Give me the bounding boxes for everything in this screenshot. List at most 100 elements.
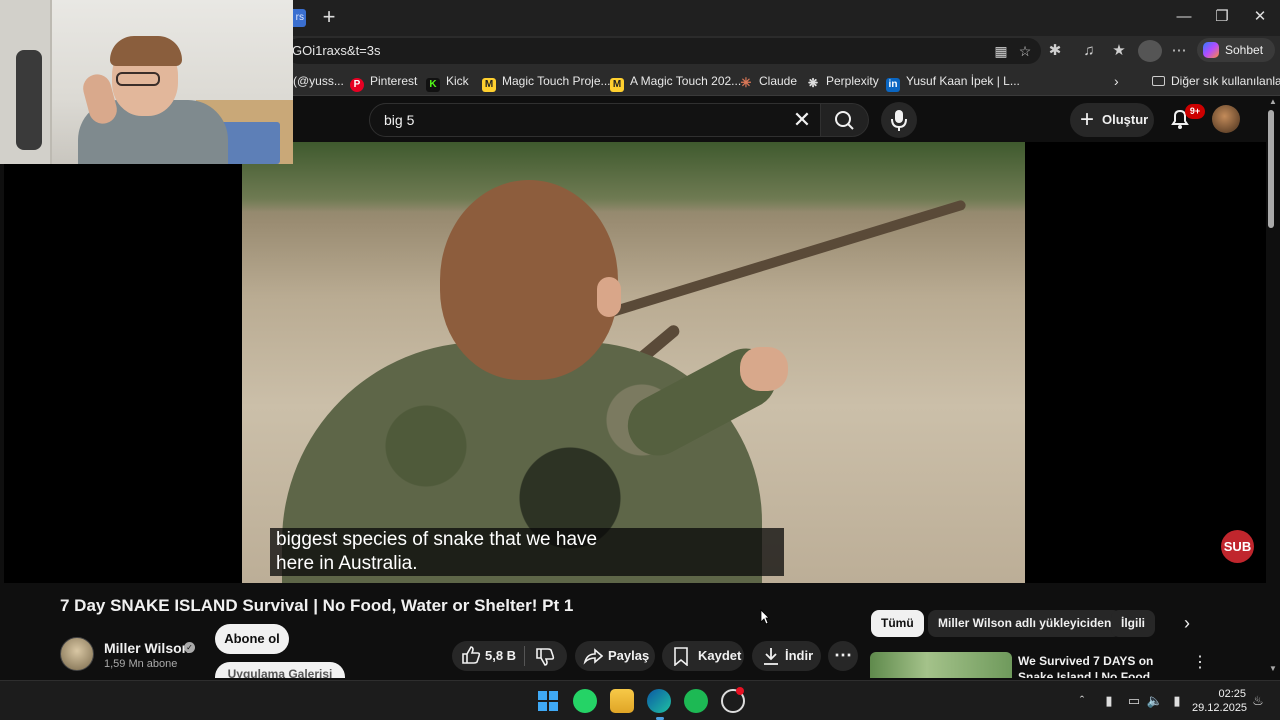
subscribe-watermark[interactable]: SUB: [1221, 530, 1254, 563]
search-button[interactable]: [821, 103, 869, 137]
bookmark-linkedin[interactable]: in Yusuf Kaan İpek | L...: [886, 73, 1020, 92]
profile-icon[interactable]: [1138, 40, 1162, 62]
notification-dot: [736, 687, 744, 695]
notification-bell-icon[interactable]: ♨: [1249, 693, 1267, 709]
minimize-button[interactable]: —: [1164, 4, 1204, 30]
download-icon: [764, 648, 778, 665]
youtube-header: big 5 ✕ + Oluştur 9+: [293, 96, 1265, 142]
clock-time: 02:25: [1218, 688, 1246, 700]
kick-icon: K: [426, 78, 440, 92]
scroll-up-arrow-icon[interactable]: ▲: [1266, 97, 1280, 106]
thumbs-down-icon: [536, 648, 555, 666]
edge-icon[interactable]: [647, 689, 671, 713]
url-input[interactable]: GOi1raxs&t=3s ▦ ☆: [286, 38, 1041, 64]
video-captions: biggest species of snake that we have he…: [270, 528, 784, 576]
recommendation-thumbnail[interactable]: [870, 652, 1012, 678]
folder-icon: [1152, 76, 1165, 86]
bookmark-kick[interactable]: K Kick: [426, 73, 469, 92]
apps-icon[interactable]: ▦: [992, 42, 1010, 60]
notification-badge: 9+: [1185, 104, 1205, 119]
tray-overflow-chevron-icon[interactable]: ˆ: [1073, 693, 1091, 709]
create-button[interactable]: + Oluştur: [1070, 103, 1154, 137]
bookmark-magic-touch-project[interactable]: M Magic Touch Proje...: [482, 73, 611, 92]
media-icon[interactable]: ♫: [1078, 40, 1100, 62]
chip-all[interactable]: Tümü: [871, 610, 924, 637]
windows-taskbar: ˆ ▮ ▭ 🔈 ▮ 02:25 29.12.2025 ♨: [0, 680, 1280, 720]
download-label: İndir: [785, 648, 814, 663]
channel-avatar[interactable]: [60, 637, 94, 671]
channel-name[interactable]: Miller Wilson: [104, 640, 190, 656]
chip-related[interactable]: İlgili: [1111, 610, 1155, 637]
extensions-icon[interactable]: ✱: [1044, 40, 1066, 62]
share-button[interactable]: Paylaş: [575, 641, 655, 671]
account-avatar[interactable]: [1212, 105, 1240, 133]
claude-icon: ✳: [740, 75, 752, 90]
restore-button[interactable]: ❐: [1202, 4, 1242, 30]
more-actions-button[interactable]: ⋯: [828, 641, 858, 671]
bookmark-item[interactable]: (@yuss...: [293, 73, 344, 89]
miro-icon: M: [610, 78, 624, 92]
other-bookmarks-folder[interactable]: Diğer sık kullanılanlar: [1152, 73, 1280, 89]
display-icon[interactable]: ▭: [1125, 693, 1143, 709]
like-button[interactable]: [460, 641, 482, 682]
linkedin-icon: in: [886, 78, 900, 92]
scrollbar-thumb[interactable]: [1268, 110, 1274, 228]
search-input[interactable]: big 5 ✕: [369, 103, 821, 137]
save-label: Kaydet: [698, 648, 742, 663]
bookmark-pinterest[interactable]: P Pinterest: [350, 73, 417, 92]
bookmark-icon: [674, 647, 688, 666]
caption-line: biggest species of snake that we have: [276, 529, 598, 550]
search-icon: [835, 111, 854, 130]
spotify-icon[interactable]: [684, 689, 708, 713]
clear-search-icon[interactable]: ✕: [790, 108, 814, 132]
chips-next-chevron-icon[interactable]: ›: [1176, 612, 1198, 634]
mic-icon: [891, 110, 907, 131]
battery-icon[interactable]: ▮: [1168, 693, 1186, 709]
subscribe-button[interactable]: Abone ol: [215, 624, 289, 654]
new-tab-button[interactable]: +: [318, 6, 340, 28]
pinterest-icon: P: [350, 78, 364, 92]
voice-search-button[interactable]: [881, 102, 917, 138]
save-button[interactable]: Kaydet: [662, 641, 744, 671]
bookmark-claude[interactable]: ✳ Claude: [739, 73, 797, 90]
microphone-icon[interactable]: ▮: [1100, 693, 1118, 709]
share-label: Paylaş: [608, 648, 650, 663]
recommendation-menu-icon[interactable]: ⋮: [1192, 654, 1208, 672]
bookmarks-overflow-chevron-icon[interactable]: ›: [1114, 73, 1119, 89]
share-icon: [583, 648, 603, 665]
like-count: 5,8 B: [485, 648, 517, 663]
bookmark-magic-touch-2025[interactable]: MA Magic Touch 202...: [610, 73, 741, 92]
miro-icon: M: [482, 78, 496, 92]
search-query: big 5: [384, 112, 415, 128]
system-clock[interactable]: 02:25 29.12.2025: [1192, 687, 1248, 715]
volume-icon[interactable]: 🔈: [1146, 693, 1164, 709]
caption-line: here in Australia.: [276, 553, 418, 574]
close-window-button[interactable]: ✕: [1240, 4, 1280, 30]
download-button[interactable]: İndir: [752, 641, 821, 671]
recommendation-title[interactable]: We Survived 7 DAYS on Snake Island | No …: [1018, 653, 1188, 678]
copilot-icon: [1203, 42, 1219, 58]
scroll-down-arrow-icon[interactable]: ▼: [1266, 664, 1280, 673]
bookmark-perplexity[interactable]: ❋ Perplexity: [806, 73, 879, 90]
verified-check-icon: ✓: [184, 642, 195, 653]
dislike-button[interactable]: [534, 641, 556, 682]
more-horizontal-icon: ⋯: [834, 645, 852, 665]
clock-date: 29.12.2025: [1192, 702, 1248, 714]
favorite-star-icon[interactable]: ☆: [1016, 42, 1034, 60]
more-menu-icon[interactable]: ⋯: [1168, 40, 1190, 62]
video-frame[interactable]: [242, 142, 1025, 583]
url-text: GOi1raxs&t=3s: [292, 43, 381, 58]
mouse-cursor-icon: [760, 609, 770, 625]
favorites-icon[interactable]: ★: [1108, 40, 1130, 62]
webcam-overlay: [0, 0, 293, 164]
chip-from-uploader[interactable]: Miller Wilson adlı yükleyiciden: [928, 610, 1122, 637]
app-gallery-button[interactable]: Uygulama Galerisi: [215, 662, 345, 678]
thumbs-up-icon: [462, 646, 481, 664]
whatsapp-icon[interactable]: [573, 689, 597, 713]
plus-icon: +: [1080, 106, 1095, 133]
file-explorer-icon[interactable]: [610, 689, 634, 713]
chat-button[interactable]: Sohbet et: [1197, 38, 1275, 81]
create-label: Oluştur: [1102, 112, 1149, 127]
windows-start-icon[interactable]: [536, 689, 560, 713]
like-dislike-group: 5,8 B: [452, 641, 567, 671]
